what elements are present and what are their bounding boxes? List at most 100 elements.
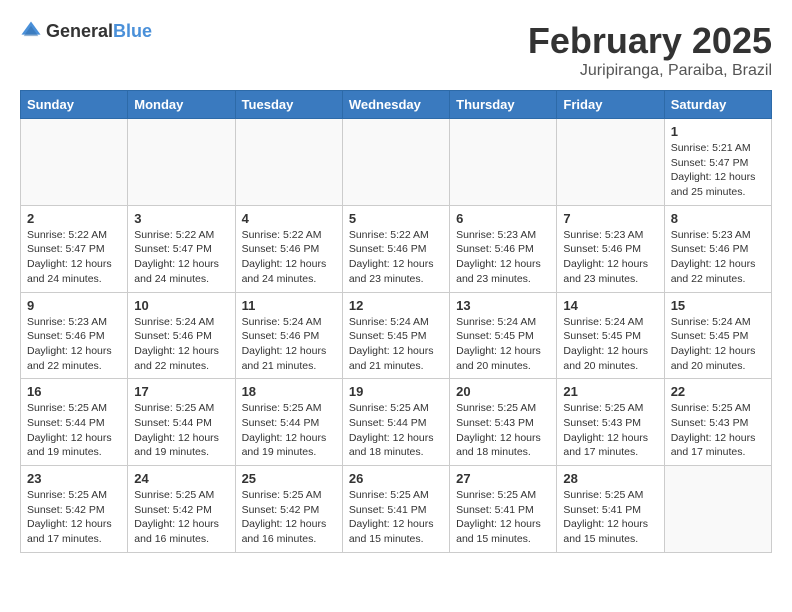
day-number: 6 bbox=[456, 211, 550, 226]
day-number: 18 bbox=[242, 384, 336, 399]
day-detail: Sunrise: 5:22 AM Sunset: 5:46 PM Dayligh… bbox=[242, 228, 336, 287]
day-detail: Sunrise: 5:23 AM Sunset: 5:46 PM Dayligh… bbox=[27, 315, 121, 374]
day-number: 21 bbox=[563, 384, 657, 399]
calendar-cell: 18 Sunrise: 5:25 AM Sunset: 5:44 PM Dayli… bbox=[235, 379, 342, 466]
day-header-wednesday: Wednesday bbox=[342, 91, 449, 119]
calendar-cell bbox=[235, 119, 342, 206]
day-detail: Sunrise: 5:24 AM Sunset: 5:45 PM Dayligh… bbox=[671, 315, 765, 374]
calendar-week-row: 2 Sunrise: 5:22 AM Sunset: 5:47 PM Daylig… bbox=[21, 205, 772, 292]
day-number: 1 bbox=[671, 124, 765, 139]
calendar-cell: 25 Sunrise: 5:25 AM Sunset: 5:42 PM Dayli… bbox=[235, 466, 342, 553]
calendar-cell: 10 Sunrise: 5:24 AM Sunset: 5:46 PM Dayli… bbox=[128, 292, 235, 379]
calendar-week-row: 9Sunrise: 5:23 AM Sunset: 5:46 PM Daylig… bbox=[21, 292, 772, 379]
calendar-cell: 22Sunrise: 5:25 AM Sunset: 5:43 PM Dayli… bbox=[664, 379, 771, 466]
logo-icon bbox=[20, 20, 42, 42]
day-detail: Sunrise: 5:25 AM Sunset: 5:43 PM Dayligh… bbox=[563, 401, 657, 460]
calendar-cell: 13Sunrise: 5:24 AM Sunset: 5:45 PM Dayli… bbox=[450, 292, 557, 379]
calendar-cell: 9Sunrise: 5:23 AM Sunset: 5:46 PM Daylig… bbox=[21, 292, 128, 379]
calendar-cell: 23 Sunrise: 5:25 AM Sunset: 5:42 PM Dayli… bbox=[21, 466, 128, 553]
day-detail: Sunrise: 5:24 AM Sunset: 5:46 PM Dayligh… bbox=[242, 315, 336, 374]
day-number: 23 bbox=[27, 471, 121, 486]
day-detail: Sunrise: 5:25 AM Sunset: 5:44 PM Dayligh… bbox=[27, 401, 121, 460]
calendar-week-row: 23 Sunrise: 5:25 AM Sunset: 5:42 PM Dayli… bbox=[21, 466, 772, 553]
calendar-cell: 6Sunrise: 5:23 AM Sunset: 5:46 PM Daylig… bbox=[450, 205, 557, 292]
location-title: Juripiranga, Paraiba, Brazil bbox=[528, 62, 772, 80]
day-detail: Sunrise: 5:25 AM Sunset: 5:41 PM Dayligh… bbox=[456, 488, 550, 547]
calendar-cell: 5 Sunrise: 5:22 AM Sunset: 5:46 PM Daylig… bbox=[342, 205, 449, 292]
day-number: 4 bbox=[242, 211, 336, 226]
title-block: February 2025 Juripiranga, Paraiba, Braz… bbox=[528, 20, 772, 80]
calendar-header-row: SundayMondayTuesdayWednesdayThursdayFrid… bbox=[21, 91, 772, 119]
day-number: 12 bbox=[349, 298, 443, 313]
day-number: 19 bbox=[349, 384, 443, 399]
day-number: 11 bbox=[242, 298, 336, 313]
calendar-cell: 12 Sunrise: 5:24 AM Sunset: 5:45 PM Dayli… bbox=[342, 292, 449, 379]
day-detail: Sunrise: 5:25 AM Sunset: 5:42 PM Dayligh… bbox=[242, 488, 336, 547]
day-detail: Sunrise: 5:25 AM Sunset: 5:43 PM Dayligh… bbox=[456, 401, 550, 460]
day-header-saturday: Saturday bbox=[664, 91, 771, 119]
page-header: GeneralBlue February 2025 Juripiranga, P… bbox=[20, 20, 772, 80]
day-number: 14 bbox=[563, 298, 657, 313]
logo-text-blue: Blue bbox=[113, 21, 152, 41]
day-detail: Sunrise: 5:23 AM Sunset: 5:46 PM Dayligh… bbox=[671, 228, 765, 287]
calendar-cell: 14 Sunrise: 5:24 AM Sunset: 5:45 PM Dayli… bbox=[557, 292, 664, 379]
day-detail: Sunrise: 5:21 AM Sunset: 5:47 PM Dayligh… bbox=[671, 141, 765, 200]
day-detail: Sunrise: 5:25 AM Sunset: 5:44 PM Dayligh… bbox=[134, 401, 228, 460]
calendar-cell: 19Sunrise: 5:25 AM Sunset: 5:44 PM Dayli… bbox=[342, 379, 449, 466]
day-number: 20 bbox=[456, 384, 550, 399]
calendar-cell: 24 Sunrise: 5:25 AM Sunset: 5:42 PM Dayli… bbox=[128, 466, 235, 553]
day-number: 10 bbox=[134, 298, 228, 313]
day-number: 2 bbox=[27, 211, 121, 226]
calendar-body: 1 Sunrise: 5:21 AM Sunset: 5:47 PM Daylig… bbox=[21, 119, 772, 553]
day-detail: Sunrise: 5:25 AM Sunset: 5:42 PM Dayligh… bbox=[27, 488, 121, 547]
day-number: 28 bbox=[563, 471, 657, 486]
calendar-cell bbox=[557, 119, 664, 206]
day-detail: Sunrise: 5:25 AM Sunset: 5:41 PM Dayligh… bbox=[563, 488, 657, 547]
calendar-cell: 3 Sunrise: 5:22 AM Sunset: 5:47 PM Daylig… bbox=[128, 205, 235, 292]
day-number: 8 bbox=[671, 211, 765, 226]
calendar-cell: 28 Sunrise: 5:25 AM Sunset: 5:41 PM Dayli… bbox=[557, 466, 664, 553]
day-detail: Sunrise: 5:22 AM Sunset: 5:47 PM Dayligh… bbox=[27, 228, 121, 287]
day-header-friday: Friday bbox=[557, 91, 664, 119]
logo: GeneralBlue bbox=[20, 20, 152, 42]
day-number: 16 bbox=[27, 384, 121, 399]
month-title: February 2025 bbox=[528, 20, 772, 62]
day-detail: Sunrise: 5:22 AM Sunset: 5:47 PM Dayligh… bbox=[134, 228, 228, 287]
calendar-cell: 16 Sunrise: 5:25 AM Sunset: 5:44 PM Dayli… bbox=[21, 379, 128, 466]
day-detail: Sunrise: 5:24 AM Sunset: 5:45 PM Dayligh… bbox=[349, 315, 443, 374]
day-detail: Sunrise: 5:24 AM Sunset: 5:46 PM Dayligh… bbox=[134, 315, 228, 374]
calendar-cell: 15 Sunrise: 5:24 AM Sunset: 5:45 PM Dayli… bbox=[664, 292, 771, 379]
calendar-cell: 26 Sunrise: 5:25 AM Sunset: 5:41 PM Dayli… bbox=[342, 466, 449, 553]
calendar-cell: 2 Sunrise: 5:22 AM Sunset: 5:47 PM Daylig… bbox=[21, 205, 128, 292]
calendar-cell: 1 Sunrise: 5:21 AM Sunset: 5:47 PM Daylig… bbox=[664, 119, 771, 206]
day-header-sunday: Sunday bbox=[21, 91, 128, 119]
calendar-cell: 11 Sunrise: 5:24 AM Sunset: 5:46 PM Dayli… bbox=[235, 292, 342, 379]
day-detail: Sunrise: 5:24 AM Sunset: 5:45 PM Dayligh… bbox=[563, 315, 657, 374]
calendar-cell: 20 Sunrise: 5:25 AM Sunset: 5:43 PM Dayli… bbox=[450, 379, 557, 466]
calendar-cell: 17 Sunrise: 5:25 AM Sunset: 5:44 PM Dayli… bbox=[128, 379, 235, 466]
calendar-cell bbox=[128, 119, 235, 206]
day-number: 5 bbox=[349, 211, 443, 226]
logo-text-general: General bbox=[46, 21, 113, 41]
day-detail: Sunrise: 5:25 AM Sunset: 5:44 PM Dayligh… bbox=[242, 401, 336, 460]
day-number: 26 bbox=[349, 471, 443, 486]
day-detail: Sunrise: 5:25 AM Sunset: 5:42 PM Dayligh… bbox=[134, 488, 228, 547]
day-detail: Sunrise: 5:23 AM Sunset: 5:46 PM Dayligh… bbox=[563, 228, 657, 287]
day-detail: Sunrise: 5:22 AM Sunset: 5:46 PM Dayligh… bbox=[349, 228, 443, 287]
day-header-tuesday: Tuesday bbox=[235, 91, 342, 119]
day-number: 24 bbox=[134, 471, 228, 486]
day-detail: Sunrise: 5:25 AM Sunset: 5:41 PM Dayligh… bbox=[349, 488, 443, 547]
day-number: 17 bbox=[134, 384, 228, 399]
calendar-cell: 21 Sunrise: 5:25 AM Sunset: 5:43 PM Dayli… bbox=[557, 379, 664, 466]
day-number: 7 bbox=[563, 211, 657, 226]
day-number: 3 bbox=[134, 211, 228, 226]
day-header-monday: Monday bbox=[128, 91, 235, 119]
calendar-cell: 4 Sunrise: 5:22 AM Sunset: 5:46 PM Daylig… bbox=[235, 205, 342, 292]
day-number: 25 bbox=[242, 471, 336, 486]
calendar-cell: 27Sunrise: 5:25 AM Sunset: 5:41 PM Dayli… bbox=[450, 466, 557, 553]
calendar-cell bbox=[664, 466, 771, 553]
calendar-cell bbox=[450, 119, 557, 206]
day-header-thursday: Thursday bbox=[450, 91, 557, 119]
calendar-week-row: 1 Sunrise: 5:21 AM Sunset: 5:47 PM Daylig… bbox=[21, 119, 772, 206]
day-number: 15 bbox=[671, 298, 765, 313]
